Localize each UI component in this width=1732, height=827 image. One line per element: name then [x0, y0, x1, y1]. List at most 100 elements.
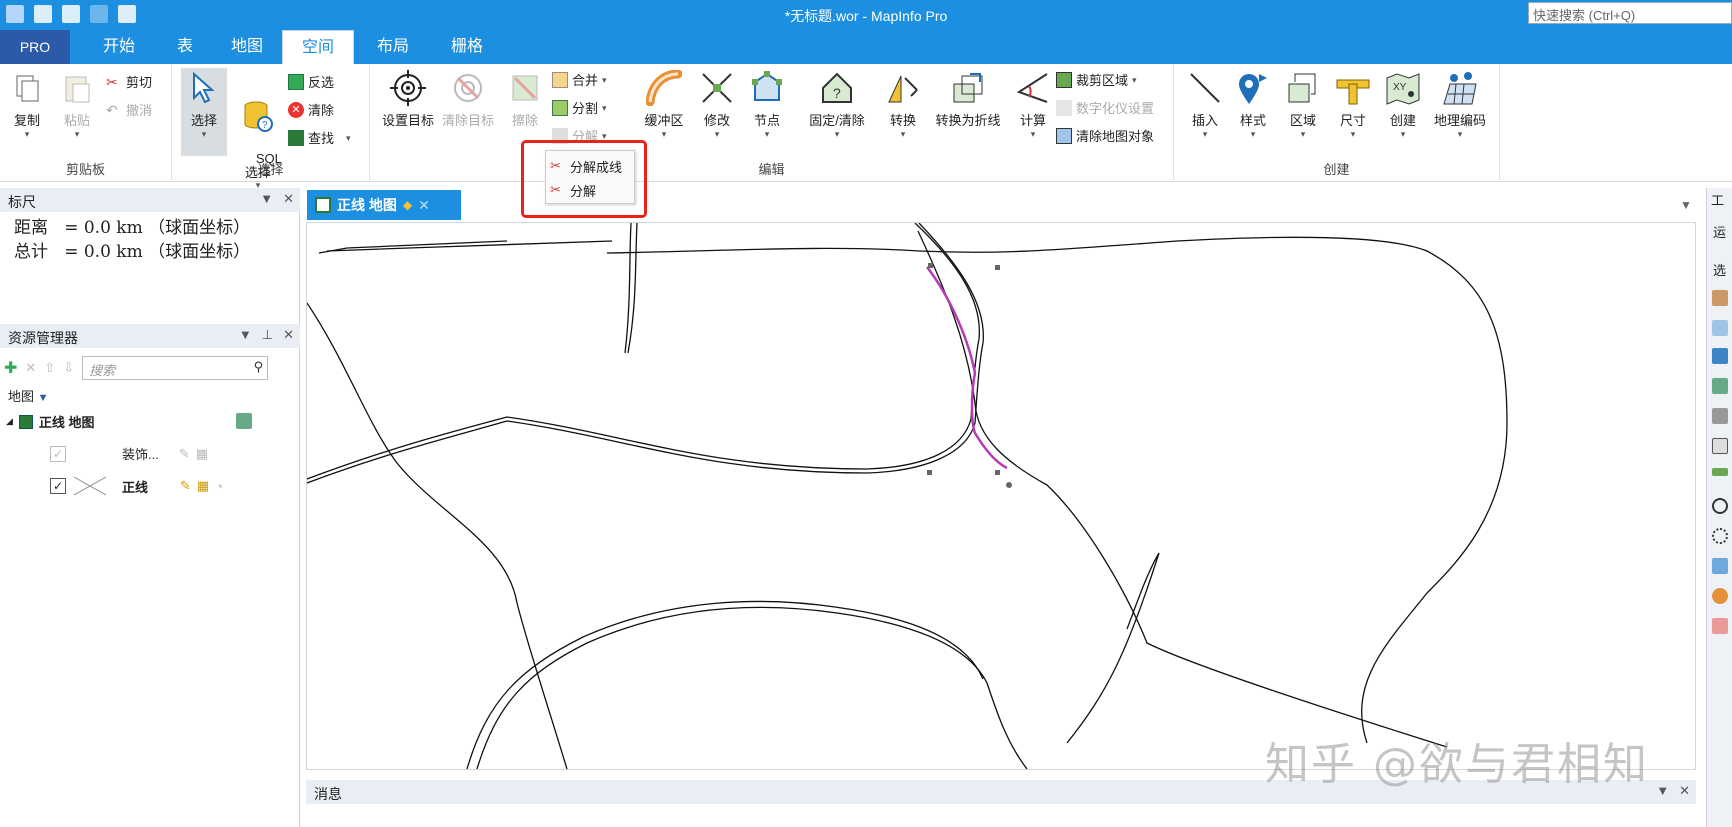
convert-polyline-button[interactable]: 转换为折线: [930, 70, 1006, 129]
nodes-icon: [752, 71, 782, 101]
tab-map-window[interactable]: 正线 地图 ◆ ✕: [307, 190, 461, 220]
expand-icon[interactable]: ◢: [6, 416, 13, 427]
digitizer-setup-button[interactable]: 数字化仪设置: [1056, 98, 1154, 117]
layer-row-mainline[interactable]: ✓ 正线 ✎ ▦ ◔: [50, 475, 223, 497]
move-up-icon[interactable]: ⇧: [44, 360, 55, 376]
select-button[interactable]: 选择 ▾: [181, 68, 227, 156]
snap-clean-icon: ?: [822, 72, 852, 103]
close-icon[interactable]: ✕: [283, 191, 294, 207]
zoom-range-icon[interactable]: ◔: [215, 479, 223, 494]
tab-table[interactable]: 表: [162, 30, 208, 64]
clear-map-objects-button[interactable]: 清除地图对象: [1056, 126, 1154, 145]
angle-icon: [1016, 73, 1048, 103]
close-icon[interactable]: ✕: [1679, 783, 1690, 799]
invert-selection-button[interactable]: 反选: [288, 72, 334, 91]
map-tree-node[interactable]: ◢ 正线 地图: [6, 412, 95, 431]
layer-visible-checkbox[interactable]: ✓: [50, 478, 66, 494]
group-label-select: 选择: [257, 162, 284, 177]
clear-target-button[interactable]: 清除目标: [438, 70, 498, 129]
tab-pro[interactable]: PRO: [0, 30, 70, 64]
selectable-icon[interactable]: ▦: [196, 446, 208, 462]
tab-map[interactable]: 地图: [220, 30, 274, 64]
selected-line-highlight: [926, 266, 1008, 470]
paste-button[interactable]: 粘贴 ▾: [54, 70, 100, 139]
editable-pencil-icon[interactable]: ✎: [179, 446, 190, 462]
erase-button[interactable]: 擦除: [502, 70, 548, 129]
add-icon[interactable]: ✚: [4, 358, 17, 378]
close-icon[interactable]: ✕: [418, 197, 430, 214]
nodes-button[interactable]: 节点 ▾: [746, 70, 788, 139]
tab-home[interactable]: 开始: [92, 30, 146, 64]
map-canvas[interactable]: [306, 222, 1695, 770]
node-marker: [927, 470, 932, 475]
set-target-button[interactable]: 设置目标: [378, 70, 438, 129]
filter-icon[interactable]: ▼: [38, 392, 49, 404]
cut-button[interactable]: ✂ 剪切: [106, 72, 152, 91]
copy-button[interactable]: 复制 ▾: [6, 70, 48, 139]
modify-button[interactable]: 修改 ▾: [694, 70, 740, 139]
ruler-readout: 距离 = 0.0 km （球面坐标） 总计 = 0.0 km （球面坐标）: [14, 216, 250, 264]
tab-spatial[interactable]: 空间: [282, 30, 354, 64]
layer-control-icon[interactable]: [236, 413, 252, 429]
target-icon: [390, 70, 426, 106]
combine-button[interactable]: 合并 ▾: [552, 70, 607, 89]
search-icon[interactable]: ⚲: [254, 359, 264, 375]
right-panel-tab[interactable]: 运: [1713, 222, 1726, 241]
editable-pencil-icon[interactable]: ✎: [180, 478, 191, 494]
clip-region-button[interactable]: 裁剪区域 ▾: [1056, 70, 1137, 89]
undo-button[interactable]: ↶ 撤消: [106, 100, 152, 119]
tab-raster[interactable]: 栅格: [440, 30, 494, 64]
panel-menu-icon[interactable]: ▼: [260, 191, 273, 207]
right-panel-tab[interactable]: 选: [1713, 260, 1726, 279]
tool-icon[interactable]: [1712, 320, 1728, 336]
explorer-search-input[interactable]: 搜索 ⚲: [82, 356, 269, 380]
search-icon[interactable]: [1712, 498, 1728, 514]
left-dock: [0, 188, 300, 827]
calculator-icon[interactable]: [1712, 618, 1728, 634]
map-window[interactable]: [306, 222, 1696, 770]
split-button[interactable]: 分割 ▾: [552, 98, 607, 117]
title-bar: *无标题.wor - MapInfo Pro 快速搜索 (Ctrl+Q): [0, 0, 1732, 30]
tool-icon[interactable]: [1712, 468, 1728, 476]
split-icon: [552, 99, 568, 116]
tool-icon[interactable]: [1712, 408, 1728, 424]
dimension-button[interactable]: 尺寸 ▾: [1332, 70, 1374, 139]
panel-menu-icon[interactable]: ▼: [239, 327, 252, 343]
buffer-button[interactable]: 缓冲区 ▾: [638, 70, 690, 139]
explorer-group-label[interactable]: 地图 ▼: [8, 386, 49, 405]
geocode-button[interactable]: 地理编码 ▾: [1430, 70, 1490, 139]
move-down-icon[interactable]: ⇩: [63, 360, 74, 376]
tool-icon[interactable]: [1712, 588, 1728, 604]
create-button[interactable]: XY 创建 ▾: [1382, 70, 1424, 139]
tool-icon[interactable]: [1712, 290, 1728, 306]
tool-icon[interactable]: [1712, 378, 1728, 394]
right-panel-tab[interactable]: 工: [1711, 190, 1724, 209]
tab-layout[interactable]: 布局: [366, 30, 420, 64]
style-button[interactable]: 样式 ▾: [1232, 70, 1274, 139]
explorer-panel-header: 资源管理器 ▼ ⊥ ✕: [0, 324, 300, 348]
clear-selection-button[interactable]: ✕ 清除: [288, 100, 334, 119]
snap-clean-button[interactable]: ? 固定/清除 ▾: [800, 70, 874, 139]
tool-icon[interactable]: [1712, 348, 1728, 364]
layer-row-cosmetic[interactable]: ✓ 装饰... ✎ ▦: [50, 444, 208, 463]
xy-map-icon: XY: [1386, 73, 1420, 105]
calculate-button[interactable]: 计算 ▾: [1010, 70, 1056, 139]
tab-list-dropdown-icon[interactable]: ▼: [1680, 198, 1692, 212]
selectable-icon[interactable]: ▦: [197, 478, 209, 494]
panel-menu-icon[interactable]: ▼: [1656, 783, 1669, 799]
insert-button[interactable]: 插入 ▾: [1184, 70, 1226, 139]
gear-icon[interactable]: [1712, 528, 1728, 544]
clip-region-icon: [1056, 71, 1072, 88]
road-line: [306, 222, 980, 480]
remove-icon[interactable]: ✕: [25, 360, 36, 376]
close-icon[interactable]: ✕: [283, 327, 294, 343]
convert-button[interactable]: 转换 ▾: [880, 70, 926, 139]
find-button[interactable]: 查找 ▾: [288, 128, 351, 147]
quick-search-input[interactable]: 快速搜索 (Ctrl+Q): [1528, 2, 1732, 24]
layer-visible-checkbox[interactable]: ✓: [50, 445, 66, 462]
region-icon: [1288, 73, 1316, 103]
tool-icon[interactable]: [1712, 438, 1728, 454]
pin-icon[interactable]: ⊥: [262, 327, 273, 343]
tool-icon[interactable]: [1712, 558, 1728, 574]
region-button[interactable]: 区域 ▾: [1282, 70, 1324, 139]
